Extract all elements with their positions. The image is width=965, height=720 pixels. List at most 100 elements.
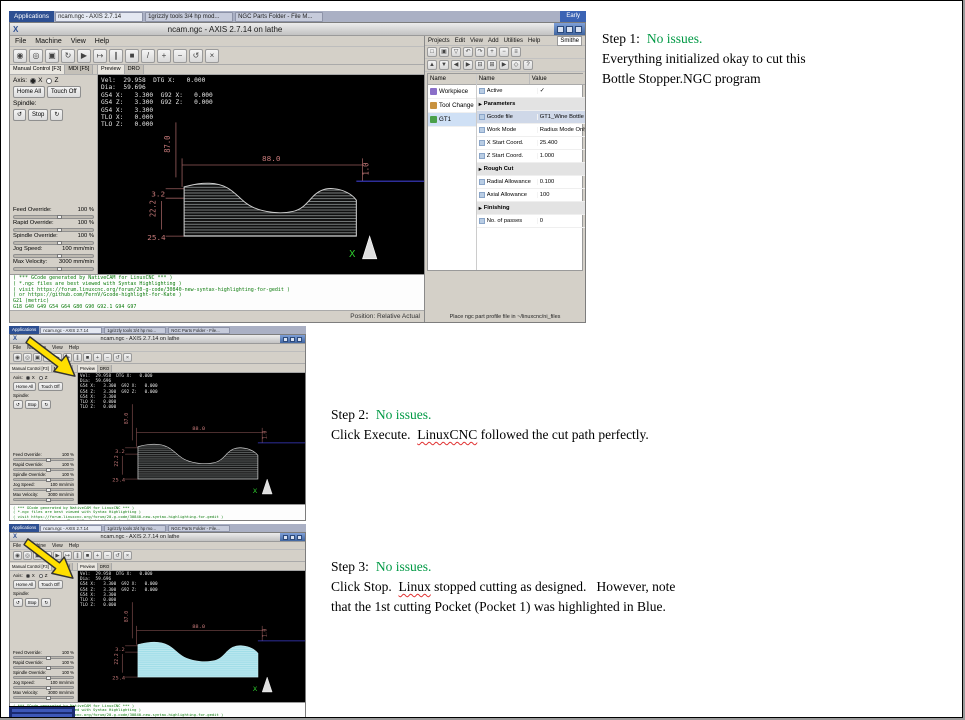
taskbar-window[interactable]: NGC Parts Folder - File...	[168, 525, 230, 532]
spindle-button-[interactable]: ↺	[13, 400, 23, 409]
taskbar-window[interactable]: ncam.ngc - AXIS 2.7.14	[40, 327, 102, 334]
spindle-button-[interactable]: ↻	[41, 598, 51, 607]
prop-row-active[interactable]: Active✓	[477, 85, 585, 98]
maximize-button[interactable]	[566, 26, 573, 33]
stop-program-icon[interactable]: ■	[83, 353, 92, 362]
zoom-out-icon[interactable]: −	[103, 353, 112, 362]
stop-program-icon[interactable]: ■	[83, 551, 92, 560]
override-slider[interactable]	[13, 666, 74, 669]
spindle-button-[interactable]: ↻	[50, 109, 63, 121]
undo-icon[interactable]: ↶	[463, 47, 473, 57]
applications-menu[interactable]: Applications	[9, 524, 39, 532]
tab-preview[interactable]: Preview	[78, 365, 98, 372]
add-operation-icon[interactable]: +	[487, 47, 497, 57]
clear-plot-icon[interactable]: ×	[205, 49, 219, 63]
zoom-in-icon[interactable]: +	[93, 551, 102, 560]
move-up-icon[interactable]: ▲	[427, 60, 437, 70]
home-all-button[interactable]: Home All	[13, 382, 36, 391]
home-all-button[interactable]: Home All	[13, 86, 45, 98]
minimize-button[interactable]	[557, 26, 564, 33]
clear-plot-icon[interactable]: ×	[123, 353, 132, 362]
new-project-icon[interactable]: □	[427, 47, 437, 57]
override-slider[interactable]	[13, 267, 94, 271]
override-slider[interactable]	[13, 228, 94, 232]
menu-utilities[interactable]: Utilities	[504, 38, 523, 44]
tree-row-tool-change[interactable]: Tool Change	[428, 99, 476, 113]
prop-row-work-mode[interactable]: Work ModeRadius Mode Only Chg Workpiec	[477, 124, 585, 137]
indent-left-icon[interactable]: ◀	[451, 60, 461, 70]
taskbar-window[interactable]: 1grizzly tools 3/4 hp mod...	[145, 12, 233, 22]
taskbar-window[interactable]: NGC Parts Folder - File M...	[235, 12, 323, 22]
slider-thumb[interactable]	[57, 267, 62, 271]
spindle-button-[interactable]: ↺	[13, 109, 26, 121]
reload-file-icon[interactable]: ↻	[61, 49, 75, 63]
prop-row-z-start-coord[interactable]: Z Start Coord.1.000	[477, 150, 585, 163]
tab-manual-control-f3[interactable]: Manual Control [F3]	[10, 65, 65, 74]
slider-thumb[interactable]	[46, 696, 51, 700]
override-slider[interactable]	[13, 241, 94, 245]
machine-power-icon[interactable]: ◎	[29, 49, 43, 63]
taskbar-window[interactable]: NGC Parts Folder - File...	[168, 327, 230, 334]
override-slider[interactable]	[13, 696, 74, 699]
save-project-icon[interactable]: ▽	[451, 47, 461, 57]
estop-icon[interactable]: ◉	[13, 49, 27, 63]
override-slider[interactable]	[13, 478, 74, 481]
redo-icon[interactable]: ↷	[475, 47, 485, 57]
taskbar-clock[interactable]: Early	[560, 11, 586, 22]
menu-add[interactable]: Add	[488, 38, 499, 44]
profile-combo[interactable]: Smithe	[557, 36, 582, 46]
override-slider[interactable]	[13, 254, 94, 258]
slider-thumb[interactable]	[57, 254, 62, 258]
axis-radio-x[interactable]: X	[30, 77, 42, 84]
prop-row-axial-allowance[interactable]: Axial Allowance100	[477, 189, 585, 202]
slider-thumb[interactable]	[57, 215, 62, 219]
zoom-out-icon[interactable]: −	[173, 49, 187, 63]
menu-file[interactable]: File	[13, 345, 21, 351]
tab-preview[interactable]: Preview	[78, 563, 98, 570]
touch-off-button[interactable]: Touch Off	[47, 86, 81, 98]
zoom-out-icon[interactable]: −	[103, 551, 112, 560]
tab-mdi-f5[interactable]: MDI [F5]	[65, 65, 93, 74]
taskbar-window[interactable]: ncam.ngc - AXIS 2.7.14	[55, 12, 143, 22]
zoom-in-icon[interactable]: +	[157, 49, 171, 63]
override-slider[interactable]	[13, 215, 94, 219]
menu-projects[interactable]: Projects	[428, 38, 450, 44]
spindle-button-stop[interactable]: Stop	[25, 400, 40, 409]
rotate-view-icon[interactable]: ↺	[113, 353, 122, 362]
prop-row-radial-allowance[interactable]: Radial Allowance0.100	[477, 176, 585, 189]
spindle-button-[interactable]: ↻	[41, 400, 51, 409]
override-slider[interactable]	[13, 488, 74, 491]
settings-icon[interactable]: ◇	[511, 60, 521, 70]
minimize-button[interactable]	[283, 337, 288, 342]
tab-dro[interactable]: DRO	[98, 563, 112, 570]
override-slider[interactable]	[13, 656, 74, 659]
pause-program-icon[interactable]: ∥	[109, 49, 123, 63]
run-step-icon[interactable]: ↦	[93, 49, 107, 63]
override-slider[interactable]	[13, 498, 74, 501]
prop-row-gcode-file[interactable]: Gcode fileGT1_Wine Bottle Stopper_copy	[477, 111, 585, 124]
applications-menu[interactable]: Applications	[9, 11, 54, 22]
preview-canvas[interactable]: Vel: 29.958 DTG X: 0.000Dia: 59.696G54 X…	[78, 571, 305, 702]
prop-section-finishing[interactable]: ▸Finishing	[477, 202, 585, 215]
titlebar[interactable]: X ncam.ngc - AXIS 2.7.14 on lathe	[10, 23, 585, 36]
prop-row-no-of-passes[interactable]: No. of passes0	[477, 215, 585, 228]
preview-canvas[interactable]: Vel: 29.958 DTG X: 0.000Dia: 59.696G54 X…	[98, 75, 424, 274]
prop-section-parameters[interactable]: ▸Parameters	[477, 98, 585, 111]
override-slider[interactable]	[13, 468, 74, 471]
run-program-icon[interactable]: ▶	[77, 49, 91, 63]
menu-help[interactable]: Help	[528, 38, 540, 44]
gcode-listing[interactable]: ( *** GCode generated by NativeCAM for L…	[10, 504, 305, 520]
rotate-view-icon[interactable]: ↺	[189, 49, 203, 63]
tree-row-gt1[interactable]: GT1	[428, 113, 476, 127]
maximize-button[interactable]	[290, 337, 295, 342]
remove-operation-icon[interactable]: −	[499, 47, 509, 57]
tab-dro[interactable]: DRO	[125, 65, 144, 74]
help-icon[interactable]: ?	[523, 60, 533, 70]
collapse-all-icon[interactable]: ⊟	[475, 60, 485, 70]
tab-preview[interactable]: Preview	[98, 65, 125, 74]
applications-menu[interactable]: Applications	[9, 326, 39, 334]
menu-machine[interactable]: Machine	[35, 38, 61, 45]
spindle-button-stop[interactable]: Stop	[25, 598, 40, 607]
override-slider[interactable]	[13, 686, 74, 689]
menu-view[interactable]: View	[470, 38, 483, 44]
